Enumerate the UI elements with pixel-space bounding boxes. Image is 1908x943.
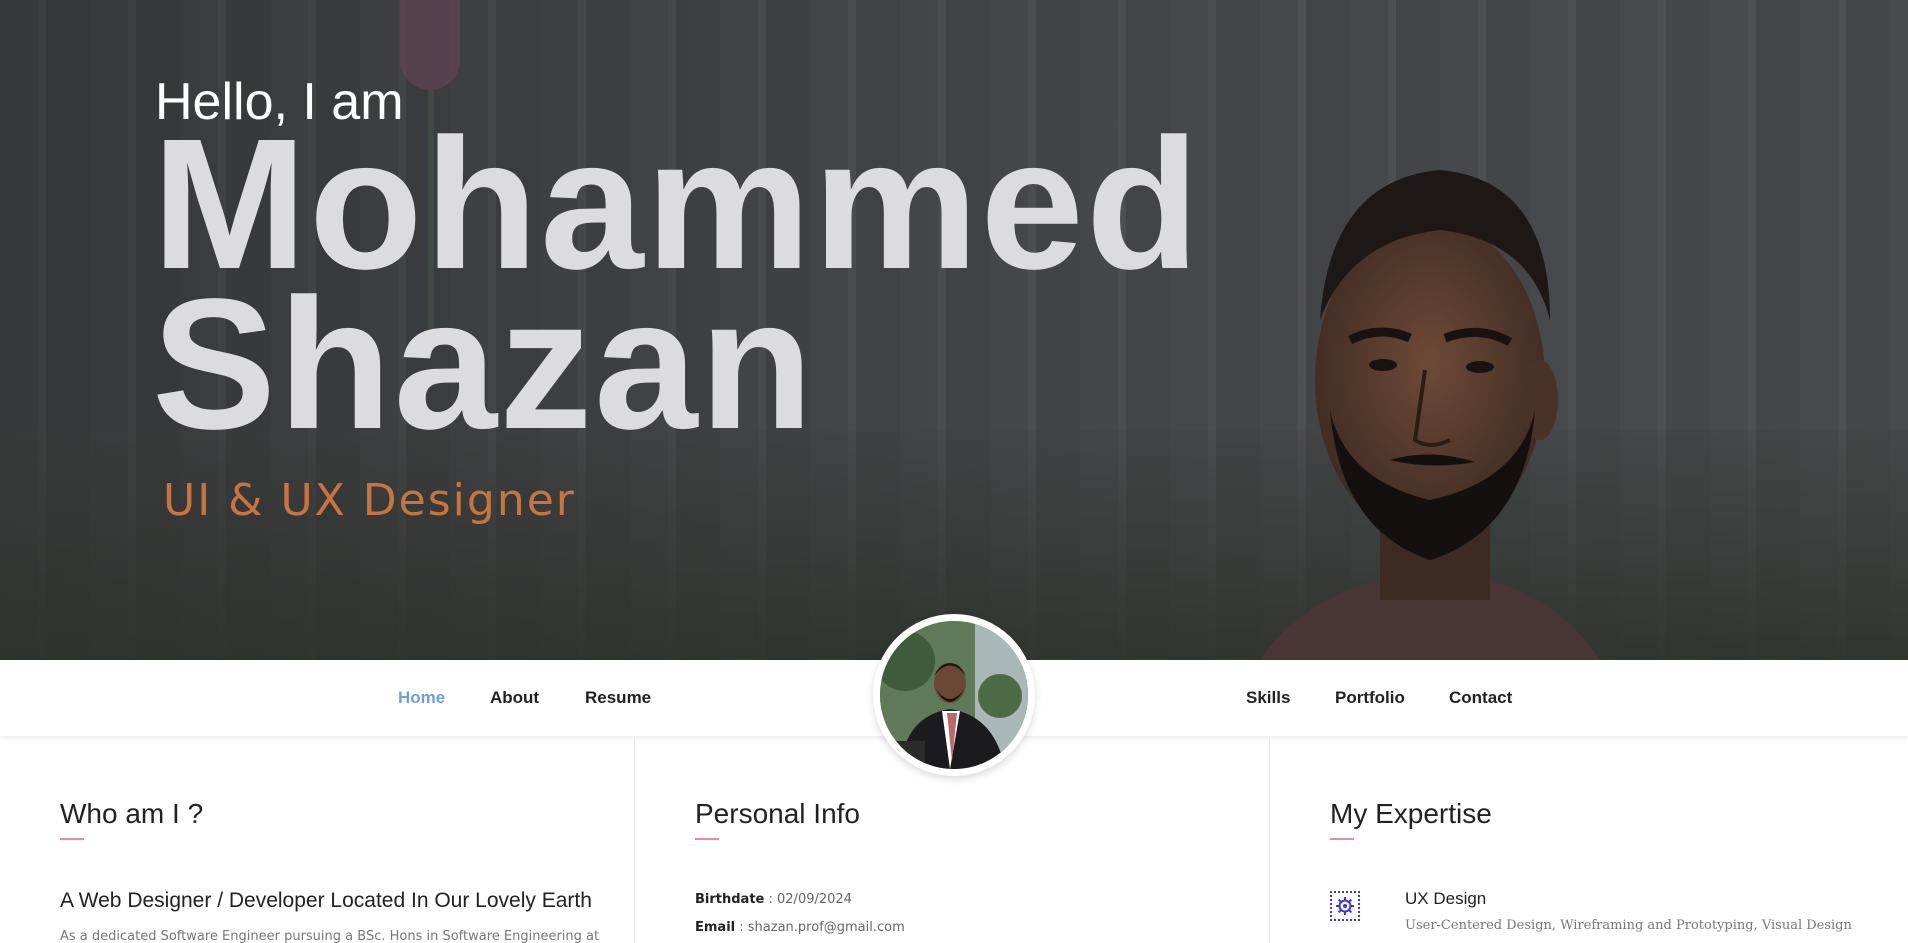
- expertise-heading: My Expertise: [1330, 798, 1492, 829]
- expertise-item-title: UX Design: [1405, 889, 1487, 908]
- nav-portfolio[interactable]: Portfolio: [1335, 688, 1405, 708]
- hero-background-lamp: [400, 0, 460, 90]
- expertise-item-desc: User-Centered Design, Wireframing and Pr…: [1405, 918, 1852, 933]
- who-heading: Who am I ?: [60, 798, 204, 829]
- hero-portrait-image: [1260, 170, 1600, 660]
- nav-home[interactable]: Home: [398, 688, 445, 708]
- who-am-i-column: Who am I ? A Web Designer / Developer Lo…: [0, 736, 635, 943]
- info-label: Email: [695, 920, 736, 935]
- gear-icon: [1330, 891, 1360, 921]
- expertise-heading-underline: [1330, 838, 1354, 840]
- hero-role: UI & UX Designer: [163, 475, 576, 526]
- who-subheading: A Web Designer / Developer Located In Ou…: [60, 889, 592, 912]
- info-label: Birthdate: [695, 892, 765, 907]
- nav-about[interactable]: About: [490, 688, 539, 708]
- info-value[interactable]: shazan.prof@gmail.com: [748, 920, 905, 935]
- personal-heading: Personal Info: [695, 798, 860, 829]
- personal-heading-underline: [695, 838, 719, 840]
- hero-section: Hello, I am Mohammed Shazan UI & UX Desi…: [0, 0, 1908, 660]
- info-row-email: Email : shazan.prof@gmail.com: [695, 920, 905, 935]
- nav-contact[interactable]: Contact: [1449, 688, 1512, 708]
- who-paragraph: As a dedicated Software Engineer pursuin…: [60, 929, 600, 943]
- info-row-birthdate: Birthdate : 02/09/2024: [695, 892, 852, 907]
- nav-resume[interactable]: Resume: [585, 688, 651, 708]
- info-value: 02/09/2024: [777, 892, 852, 907]
- nav-skills[interactable]: Skills: [1246, 688, 1290, 708]
- expertise-column: My Expertise UX Design User-Centered Des…: [1270, 736, 1908, 943]
- hero-last-name: Shazan: [152, 261, 816, 468]
- personal-info-column: Personal Info Birthdate : 02/09/2024 Ema…: [635, 736, 1270, 943]
- who-heading-underline: [60, 838, 84, 840]
